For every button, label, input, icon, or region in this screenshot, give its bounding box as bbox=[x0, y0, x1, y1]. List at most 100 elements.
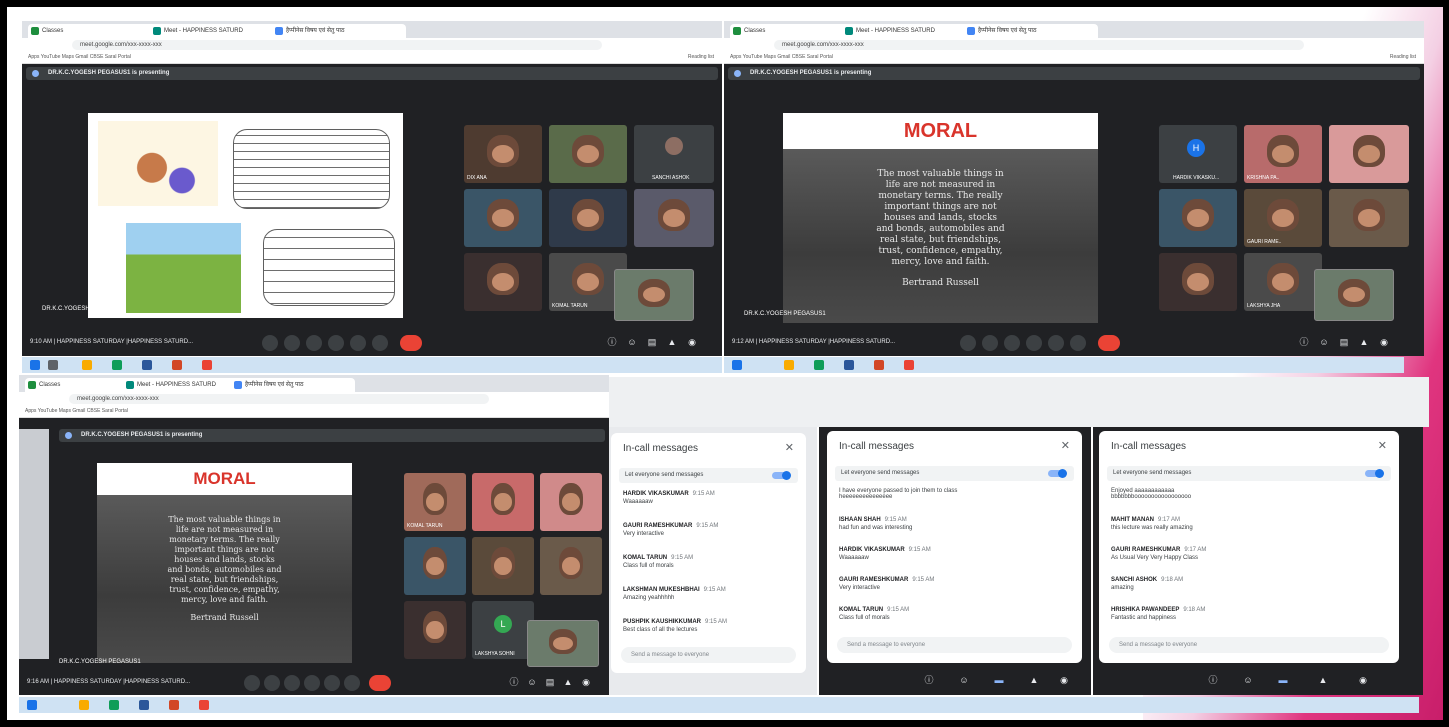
chrome-icon[interactable] bbox=[904, 360, 914, 370]
captions-button[interactable] bbox=[284, 675, 300, 691]
powerpoint-icon[interactable] bbox=[874, 360, 884, 370]
tab-meet[interactable]: Meet - HAPPINESS SATURD bbox=[123, 378, 242, 392]
word-icon[interactable] bbox=[139, 700, 149, 710]
mic-button[interactable] bbox=[244, 675, 260, 691]
chrome-icon[interactable] bbox=[199, 700, 209, 710]
info-icon[interactable]: ⓘ bbox=[1299, 337, 1309, 347]
lock-icon[interactable]: ◉ bbox=[1358, 675, 1368, 685]
tab-lesson[interactable]: हैप्पीनेस विषय एवं सेतु पाठ bbox=[231, 378, 355, 392]
word-icon[interactable] bbox=[142, 360, 152, 370]
camera-button[interactable] bbox=[284, 335, 300, 351]
presenting-banner: DR.K.C.YOGESH PEGASUS1 is presenting bbox=[728, 67, 1420, 80]
present-button[interactable] bbox=[350, 335, 366, 351]
close-icon[interactable]: ✕ bbox=[1061, 439, 1070, 452]
toggle-switch[interactable] bbox=[1365, 469, 1384, 478]
chat-input[interactable]: Send a message to everyone bbox=[621, 647, 796, 663]
lock-icon[interactable]: ◉ bbox=[687, 337, 697, 347]
participant-tile bbox=[1159, 189, 1237, 247]
tab-classes[interactable]: Classes bbox=[28, 24, 162, 38]
tab-meet[interactable]: Meet - HAPPINESS SATURD bbox=[150, 24, 284, 38]
tab-lesson[interactable]: हैप्पीनेस विषय एवं सेतु पाठ bbox=[272, 24, 406, 38]
end-call-button[interactable] bbox=[1098, 335, 1120, 351]
url-field[interactable]: meet.google.com/xxx-xxxx-xxx bbox=[774, 40, 1304, 50]
url-field[interactable]: meet.google.com/xxx-xxxx-xxx bbox=[69, 394, 489, 404]
lock-icon[interactable]: ◉ bbox=[1379, 337, 1389, 347]
windows-icon[interactable] bbox=[732, 360, 742, 370]
activities-icon[interactable]: ▲ bbox=[667, 337, 677, 347]
edge-icon[interactable] bbox=[112, 360, 122, 370]
windows-icon[interactable] bbox=[27, 700, 37, 710]
end-call-button[interactable] bbox=[369, 675, 391, 691]
screenshot-collage: Classes Meet - HAPPINESS SATURD हैप्पीने… bbox=[7, 7, 1443, 720]
mic-button[interactable] bbox=[262, 335, 278, 351]
tab-lesson[interactable]: हैप्पीनेस विषय एवं सेतु पाठ bbox=[964, 24, 1098, 38]
tab-classes[interactable]: Classes bbox=[730, 24, 854, 38]
chat-icon[interactable]: ▤ bbox=[647, 337, 657, 347]
raise-hand-button[interactable] bbox=[1026, 335, 1042, 351]
people-icon[interactable]: ☺ bbox=[527, 677, 537, 687]
explorer-icon[interactable] bbox=[82, 360, 92, 370]
captions-button[interactable] bbox=[306, 335, 322, 351]
moral-body: The most valuable things in life are not… bbox=[783, 149, 1098, 323]
activities-icon[interactable]: ▲ bbox=[1029, 675, 1039, 685]
activities-icon[interactable]: ▲ bbox=[1359, 337, 1369, 347]
more-options-button[interactable] bbox=[344, 675, 360, 691]
chat-message: HRISHIKA PAWANDEEP 9:18 AM Fantastic and h… bbox=[1111, 607, 1206, 621]
edge-icon[interactable] bbox=[814, 360, 824, 370]
chat-icon[interactable]: ▬ bbox=[994, 675, 1004, 685]
chat-icon[interactable]: ▬ bbox=[1278, 675, 1288, 685]
lock-icon[interactable]: ◉ bbox=[581, 677, 591, 687]
people-icon[interactable]: ☺ bbox=[1243, 675, 1253, 685]
chat-icon[interactable]: ▤ bbox=[1339, 337, 1349, 347]
meeting-time-title: 9:10 AM | HAPPINESS SATURDAY |HAPPINESS … bbox=[30, 339, 194, 345]
chat-input[interactable]: Send a message to everyone bbox=[837, 637, 1072, 653]
people-icon[interactable]: ☺ bbox=[1319, 337, 1329, 347]
more-options-button[interactable] bbox=[372, 335, 388, 351]
more-options-button[interactable] bbox=[1070, 335, 1086, 351]
info-icon[interactable]: ⓘ bbox=[509, 677, 519, 687]
url-field[interactable]: meet.google.com/xxx-xxxx-xxx bbox=[72, 40, 602, 50]
tab-meet[interactable]: Meet - HAPPINESS SATURD bbox=[842, 24, 976, 38]
present-button[interactable] bbox=[1048, 335, 1064, 351]
raise-hand-button[interactable] bbox=[304, 675, 320, 691]
powerpoint-icon[interactable] bbox=[172, 360, 182, 370]
people-icon[interactable]: ☺ bbox=[627, 337, 637, 347]
windows-icon[interactable] bbox=[30, 360, 40, 370]
meet-icon bbox=[153, 27, 161, 35]
chrome-icon[interactable] bbox=[202, 360, 212, 370]
chat-icon[interactable]: ▤ bbox=[545, 677, 555, 687]
toggle-switch[interactable] bbox=[772, 471, 791, 480]
participant-tile bbox=[1159, 253, 1237, 311]
word-icon[interactable] bbox=[844, 360, 854, 370]
raise-hand-button[interactable] bbox=[328, 335, 344, 351]
info-icon[interactable]: ⓘ bbox=[924, 675, 934, 685]
tab-classes[interactable]: Classes bbox=[25, 378, 134, 392]
lock-icon[interactable]: ◉ bbox=[1059, 675, 1069, 685]
explorer-icon[interactable] bbox=[784, 360, 794, 370]
toggle-switch[interactable] bbox=[1048, 469, 1067, 478]
info-icon[interactable]: ⓘ bbox=[1208, 675, 1218, 685]
close-icon[interactable]: ✕ bbox=[785, 441, 794, 454]
call-control-bar: 9:16 AM | HAPPINESS SATURDAY |HAPPINESS … bbox=[19, 670, 609, 695]
present-button[interactable] bbox=[324, 675, 340, 691]
powerpoint-icon[interactable] bbox=[169, 700, 179, 710]
activities-icon[interactable]: ▲ bbox=[563, 677, 573, 687]
chat-message: GAURI RAMESHKUMAR 9:15 AM Very interactive bbox=[623, 523, 719, 537]
search-icon[interactable] bbox=[48, 360, 58, 370]
captions-button[interactable] bbox=[1004, 335, 1020, 351]
participant-tile: SANCHI ASHOK bbox=[634, 125, 714, 183]
camera-button[interactable] bbox=[264, 675, 280, 691]
activities-icon[interactable]: ▲ bbox=[1318, 675, 1328, 685]
end-call-button[interactable] bbox=[400, 335, 422, 351]
chat-message: MAHIT MANAN 9:17 AM this lecture was reall… bbox=[1111, 517, 1193, 531]
mic-button[interactable] bbox=[960, 335, 976, 351]
explorer-icon[interactable] bbox=[79, 700, 89, 710]
chat-message: PUSHPIK KAUSHIKKUMAR 9:15 AM Best class of… bbox=[623, 619, 728, 633]
camera-button[interactable] bbox=[982, 335, 998, 351]
edge-icon[interactable] bbox=[109, 700, 119, 710]
info-icon[interactable]: ⓘ bbox=[607, 337, 617, 347]
people-icon[interactable]: ☺ bbox=[959, 675, 969, 685]
chat-input[interactable]: Send a message to everyone bbox=[1109, 637, 1389, 653]
close-icon[interactable]: ✕ bbox=[1378, 439, 1387, 452]
participant-tile bbox=[464, 253, 542, 311]
